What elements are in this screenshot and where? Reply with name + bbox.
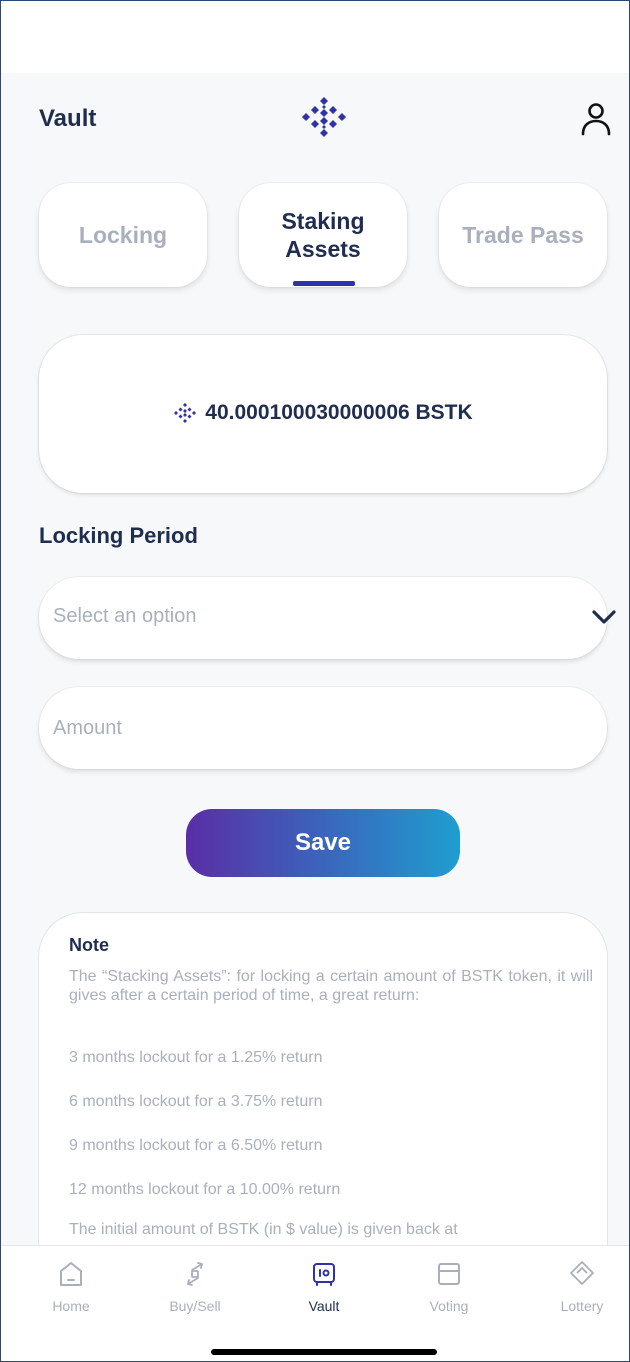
balance-value: 40.000100030000006 BSTK (205, 401, 473, 424)
balance-card: 40.000100030000006 BSTK (39, 335, 607, 493)
app-screen: Vault Locking Staking Assets Trade Pass … (0, 0, 630, 1362)
tab-label: Locking (78, 222, 168, 248)
amount-field (39, 687, 607, 769)
note-intro: The “Stacking Assets”: for locking a cer… (69, 968, 593, 1004)
nav-item-home[interactable]: Home (21, 1246, 121, 1326)
lottery-ticket-icon (570, 1261, 594, 1285)
vault-tabs: Locking Staking Assets Trade Pass (1, 183, 629, 289)
vault-icon (313, 1263, 335, 1286)
bstk-logo-icon (302, 97, 346, 137)
tab-label: Staking Assets (281, 208, 365, 262)
nav-item-buy-sell[interactable]: Buy/Sell (145, 1246, 245, 1326)
active-tab-indicator (293, 281, 355, 286)
chevron-down-icon (592, 610, 616, 624)
voting-box-icon (438, 1263, 460, 1285)
nav-label: Vault (308, 1298, 340, 1314)
home-indicator (211, 1349, 437, 1355)
note-return-line: 12 months lockout for a 10.00% return (69, 1181, 341, 1198)
locking-period-label: Locking Period (39, 523, 198, 548)
bottom-navigation: Home Buy/Sell Vault Voting Lottery (1, 1245, 629, 1361)
nav-label: Voting (429, 1298, 469, 1314)
select-placeholder: Select an option (53, 605, 197, 627)
amount-input[interactable] (53, 687, 573, 769)
locking-period-select[interactable]: Select an option (39, 577, 616, 659)
nav-item-voting[interactable]: Voting (399, 1246, 499, 1326)
tab-trade-pass[interactable]: Trade Pass (439, 183, 607, 287)
note-return-line: 9 months lockout for a 6.50% return (69, 1137, 323, 1154)
page-title: Vault (39, 105, 97, 132)
save-button[interactable]: Save (186, 809, 460, 877)
nav-label: Lottery (560, 1298, 604, 1314)
nav-item-vault[interactable]: Vault (274, 1246, 374, 1326)
home-icon (60, 1262, 82, 1286)
exchange-arrows-icon (187, 1262, 203, 1286)
note-title: Note (69, 935, 109, 955)
balance-row: 40.000100030000006 BSTK (39, 393, 607, 433)
note-footer: The initial amount of BSTK (in $ value) … (69, 1221, 458, 1238)
bstk-logo-icon (174, 403, 197, 423)
header: Vault (1, 89, 629, 149)
tab-label: Trade Pass (462, 222, 584, 248)
user-profile-icon[interactable] (579, 101, 613, 137)
nav-item-lottery[interactable]: Lottery (532, 1246, 629, 1326)
note-return-line: 3 months lockout for a 1.25% return (69, 1049, 323, 1066)
status-bar-area (1, 1, 629, 73)
tab-staking-assets[interactable]: Staking Assets (239, 183, 407, 287)
note-return-line: 6 months lockout for a 3.75% return (69, 1093, 323, 1110)
nav-label: Buy/Sell (169, 1298, 221, 1314)
tab-locking[interactable]: Locking (39, 183, 207, 287)
nav-label: Home (52, 1298, 90, 1314)
